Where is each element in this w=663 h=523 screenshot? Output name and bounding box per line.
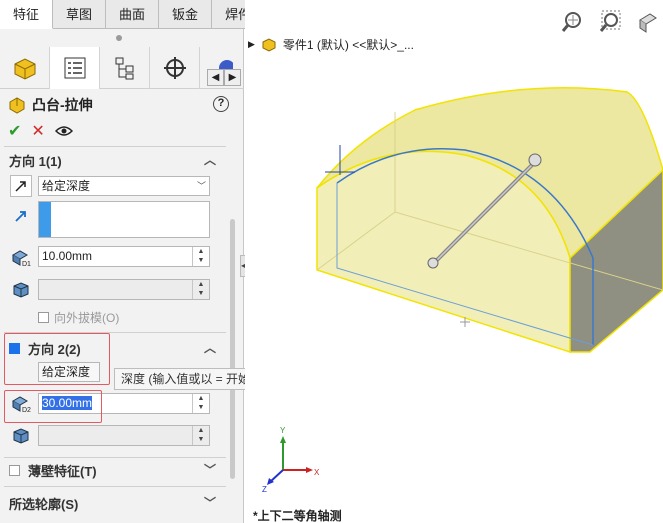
chevron-down-icon: ﹀	[196, 181, 206, 191]
direction1-header[interactable]: 方向 1(1) ︿	[0, 148, 226, 172]
draft-outward-box	[38, 312, 49, 323]
reverse-direction-icon	[15, 181, 26, 192]
expand-chevron-icon[interactable]: ﹀	[204, 494, 216, 511]
cancel-button[interactable]: ✕	[31, 121, 44, 141]
draft-angle-input: ▲ ▼	[38, 279, 210, 300]
direction1-depth-value: 10.00mm	[42, 249, 93, 263]
boss-extrude-icon	[9, 97, 25, 114]
feature-header: 凸台-拉伸	[8, 95, 93, 115]
draft-spinner-icon: ▲ ▼	[192, 426, 209, 445]
tab-sheet-metal[interactable]: 钣金	[159, 0, 213, 29]
x-axis-label: X	[314, 468, 320, 477]
graphics-area[interactable]: ▶ 零件1 (默认) <<默认>_... Y X Z *上下二等角轴测	[245, 0, 663, 523]
tab-surfaces[interactable]: 曲面	[106, 0, 160, 29]
dimxpert-tab[interactable]	[150, 47, 200, 89]
draft-outward-checkbox: 向外拔模(O)	[38, 309, 119, 326]
z-axis-label: Z	[262, 485, 267, 494]
draft2-angle-input: ▲ ▼	[38, 425, 210, 446]
scroll-left-icon[interactable]: ◀	[207, 69, 224, 86]
direction-vector-icon-box	[10, 205, 32, 227]
highlight-depth2	[4, 390, 102, 423]
direction-arrow-icon	[15, 211, 26, 222]
reverse-direction-button[interactable]	[10, 175, 32, 197]
configuration-manager-tab[interactable]	[100, 47, 150, 89]
panel-grip[interactable]	[116, 35, 122, 41]
direction1-end-condition[interactable]: 给定深度 ﹀	[38, 176, 210, 196]
section-divider	[4, 486, 226, 487]
tab-sketch[interactable]: 草图	[53, 0, 107, 29]
property-list-icon	[64, 57, 85, 79]
crosshair-icon	[163, 57, 186, 79]
configuration-tree-icon	[115, 57, 133, 80]
selected-contours-title: 所选轮廓(S)	[9, 496, 79, 512]
thin-feature-title: 薄壁特征(T)	[28, 463, 97, 479]
feature-title: 凸台-拉伸	[32, 97, 93, 113]
draft-icon-box[interactable]	[10, 279, 32, 301]
collapse-chevron-icon[interactable]: ︿	[204, 339, 216, 356]
preview-eye-icon[interactable]	[54, 125, 73, 137]
draft2-icon-box[interactable]	[10, 425, 32, 447]
draft-on-off-icon	[13, 428, 29, 444]
svg-text:D1: D1	[22, 261, 31, 267]
y-axis-label: Y	[280, 426, 286, 435]
model-view[interactable]: Y X Z	[245, 0, 663, 523]
highlight-direction2	[4, 333, 110, 385]
feature-manager-icon	[14, 58, 35, 80]
direction1-end-condition-value: 给定深度	[42, 179, 91, 193]
collapse-chevron-icon[interactable]: ︿	[204, 151, 216, 168]
thin-feature-checkbox[interactable]	[9, 464, 20, 476]
panel-scrollbar[interactable]	[230, 219, 235, 479]
depth-spinner-icon[interactable]: ▲ ▼	[192, 247, 209, 266]
selected-contours-header[interactable]: 所选轮廓(S) ﹀	[0, 491, 226, 515]
direction1-title: 方向 1(1)	[9, 153, 62, 169]
direction1-depth-input[interactable]: 10.00mm ▲ ▼	[38, 246, 210, 267]
depth-icon-box: D1	[10, 246, 32, 268]
help-icon[interactable]: ?	[213, 96, 229, 112]
depth-d1-icon: D1	[11, 250, 31, 267]
draft-spinner-icon: ▲ ▼	[192, 280, 209, 299]
direction-vector-list[interactable]	[38, 201, 210, 238]
action-buttons: ✔ ✕	[8, 121, 73, 141]
thin-feature-header[interactable]: 薄壁特征(T) ﹀	[0, 458, 226, 482]
property-manager: ◀ ▶ 凸台-拉伸 ? ✔ ✕ 方向 1(1) ︿ 给定深度 ﹀ D1 10.0…	[0, 29, 244, 523]
toolbar-scroll: ◀ ▶	[207, 69, 241, 86]
draft-on-off-icon	[13, 282, 29, 298]
view-orientation-label: *上下二等角轴测	[253, 509, 342, 523]
expand-chevron-icon[interactable]: ﹀	[204, 461, 216, 478]
section-divider	[4, 146, 226, 147]
selection-focus-bar	[39, 202, 51, 237]
ok-button[interactable]: ✔	[8, 121, 21, 141]
property-manager-tab[interactable]	[50, 47, 100, 89]
feature-manager-tab[interactable]	[0, 47, 50, 89]
depth-spinner-icon[interactable]: ▲ ▼	[192, 394, 209, 413]
draft-outward-label: 向外拔模(O)	[54, 311, 120, 325]
scroll-right-icon[interactable]: ▶	[224, 69, 241, 86]
tab-features[interactable]: 特征	[0, 0, 54, 29]
